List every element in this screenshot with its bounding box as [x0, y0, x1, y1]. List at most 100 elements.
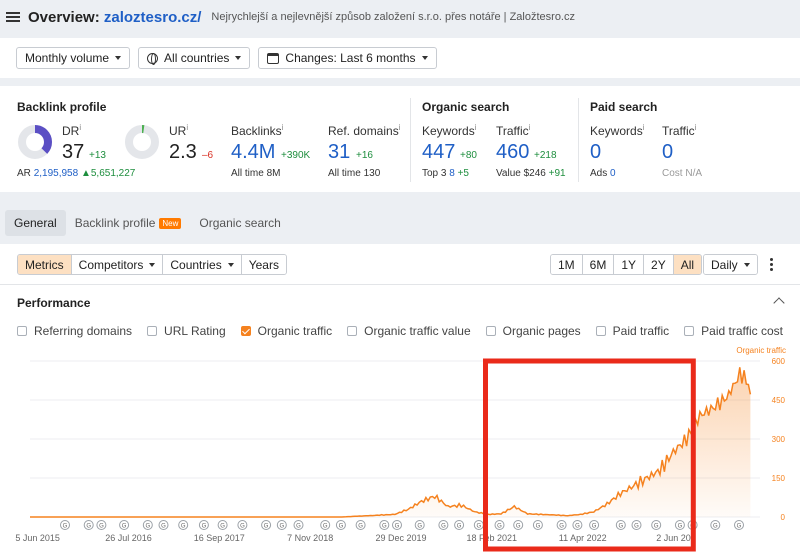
google-update-marker[interactable]: G [513, 520, 524, 530]
refdomains-delta: +16 [356, 150, 373, 161]
google-update-marker[interactable]: G [198, 520, 209, 530]
google-update-marker[interactable]: G [392, 520, 402, 530]
range-1m-button[interactable]: 1M [551, 255, 583, 274]
countries-dropdown[interactable]: Countries [163, 255, 242, 274]
backlinks-value[interactable]: 4.4M [231, 141, 275, 164]
google-update-marker[interactable]: G [276, 520, 287, 530]
country-dropdown[interactable]: All countries [138, 47, 251, 69]
marker-label: G [497, 524, 502, 530]
google-update-marker[interactable]: G [674, 520, 685, 530]
x-tick-label: 11 Apr 2022 [559, 533, 607, 543]
google-update-marker[interactable]: G [710, 520, 721, 530]
google-update-marker[interactable]: G [293, 520, 304, 530]
checkbox-paid-traffic[interactable]: Paid traffic [595, 324, 669, 338]
info-icon[interactable]: i [475, 123, 477, 132]
range-2y-button[interactable]: 2Y [644, 255, 674, 274]
tab-backlink-profile[interactable]: Backlink profile New [66, 210, 191, 236]
tab-general[interactable]: General [5, 210, 66, 236]
refdomains-label: Ref. domainsi [328, 123, 400, 138]
marker-label: G [323, 524, 328, 530]
checkbox-unchecked-icon[interactable] [595, 326, 606, 336]
organic-traffic-value[interactable]: 460 [496, 141, 529, 164]
marker-label: G [575, 524, 580, 530]
google-update-marker[interactable]: G [494, 520, 505, 530]
years-button-label: Years [248, 257, 279, 272]
refdomains-value[interactable]: 31 [328, 141, 350, 164]
checkbox-organic-traffic[interactable]: Organic traffic [240, 324, 332, 338]
metrics-button[interactable]: Metrics [18, 255, 72, 274]
google-update-marker[interactable]: G [438, 520, 449, 530]
refdomains-label-text: Ref. domains [328, 124, 399, 138]
range-6m-button[interactable]: 6M [582, 255, 615, 274]
ar-delta: ▲5,651,227 [80, 168, 136, 179]
google-update-marker[interactable]: G [83, 520, 94, 530]
ads-value[interactable]: 0 [610, 168, 616, 179]
google-update-marker[interactable]: G [217, 520, 228, 530]
chevron-down-icon [227, 262, 234, 267]
globe-icon [147, 52, 159, 65]
marker-label: G [382, 524, 387, 530]
volume-dropdown[interactable]: Monthly volume [16, 47, 131, 69]
years-button[interactable]: Years [241, 255, 286, 274]
checkbox-unchecked-icon[interactable] [17, 326, 27, 336]
checkbox-unchecked-icon[interactable] [347, 326, 358, 336]
google-update-marker[interactable]: G [261, 520, 272, 530]
google-update-marker[interactable]: G [589, 520, 600, 530]
google-update-marker[interactable]: G [556, 520, 567, 530]
info-icon[interactable]: i [529, 123, 531, 132]
google-update-marker[interactable]: G [631, 520, 642, 530]
top3-value[interactable]: 8 [449, 168, 455, 179]
interval-dropdown[interactable]: Daily [703, 254, 758, 275]
google-update-marker[interactable]: G [355, 520, 366, 530]
checkbox-url-rating[interactable]: URL Rating [147, 324, 226, 338]
google-update-marker[interactable]: G [96, 520, 107, 530]
paid-traffic-value[interactable]: 0 [662, 141, 673, 164]
interval-dropdown-inner[interactable]: Daily [704, 255, 757, 274]
tab-organic-search[interactable]: Organic search [190, 210, 289, 236]
info-icon[interactable]: i [399, 123, 401, 132]
google-update-marker[interactable]: G [158, 520, 169, 530]
paid-keywords-value[interactable]: 0 [590, 141, 601, 164]
info-icon[interactable]: i [79, 123, 81, 132]
info-icon[interactable]: i [282, 123, 284, 132]
checkbox-paid-traffic-cost[interactable]: Paid traffic cost [684, 324, 783, 338]
info-icon[interactable]: i [695, 123, 697, 132]
checkbox-unchecked-icon[interactable] [147, 326, 158, 336]
checkbox-unchecked-icon[interactable] [485, 326, 496, 336]
checkbox-referring-domains[interactable]: Referring domains [17, 324, 132, 338]
more-options-icon[interactable] [770, 258, 773, 271]
organic-keywords-value[interactable]: 447 [422, 141, 455, 164]
google-update-marker[interactable]: G [320, 520, 331, 530]
google-update-marker[interactable]: G [119, 520, 130, 530]
checkbox-label: Paid traffic cost [701, 324, 783, 338]
google-update-marker[interactable]: G [615, 520, 626, 530]
checkbox-organic-traffic-value[interactable]: Organic traffic value [347, 324, 471, 338]
competitors-dropdown[interactable]: Competitors [71, 255, 164, 274]
range-1y-button[interactable]: 1Y [614, 255, 645, 274]
checkbox-unchecked-icon[interactable] [684, 326, 695, 336]
google-update-marker[interactable]: G [734, 520, 744, 530]
changes-dropdown[interactable]: Changes: Last 6 months [258, 47, 437, 69]
google-update-marker[interactable]: G [572, 520, 583, 530]
google-update-marker[interactable]: G [178, 520, 189, 530]
checkbox-checked-icon[interactable] [240, 326, 251, 336]
cost-row: Cost N/A [662, 168, 702, 179]
google-update-marker[interactable]: G [142, 520, 153, 530]
google-update-marker[interactable]: G [60, 520, 70, 530]
menu-icon[interactable] [6, 12, 20, 22]
google-update-marker[interactable]: G [237, 520, 248, 530]
info-icon[interactable]: i [643, 123, 645, 132]
domain-link[interactable]: zaloztesro.cz/ [104, 9, 202, 26]
info-icon[interactable]: i [186, 123, 188, 132]
google-update-marker[interactable]: G [454, 520, 465, 530]
ar-value[interactable]: 2,195,958 [34, 168, 79, 179]
google-update-marker[interactable]: G [532, 520, 543, 530]
google-update-marker[interactable]: G [651, 520, 662, 530]
google-update-marker[interactable]: G [414, 520, 425, 530]
range-all-button[interactable]: All [673, 255, 702, 274]
chevron-up-icon[interactable] [773, 297, 785, 309]
google-update-marker[interactable]: G [379, 520, 390, 530]
google-update-marker[interactable]: G [335, 520, 346, 530]
google-update-marker[interactable]: G [473, 520, 484, 530]
checkbox-organic-pages[interactable]: Organic pages [485, 324, 581, 338]
